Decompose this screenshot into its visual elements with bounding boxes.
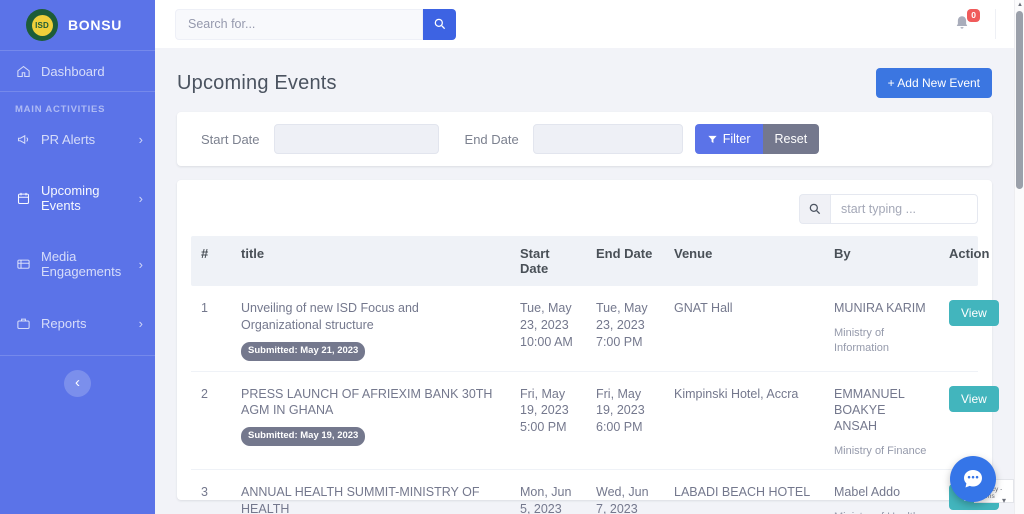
sidebar: ISD BONSU Dashboard MAIN ACTIVITIES PR A… — [0, 0, 155, 514]
by-organization: Ministry of Finance — [834, 444, 931, 459]
header-venue: Venue — [664, 236, 824, 286]
header-title: title — [231, 236, 510, 286]
filter-button-label: Filter — [723, 132, 751, 146]
reset-button[interactable]: Reset — [763, 124, 820, 154]
view-button[interactable]: View — [949, 300, 999, 326]
sidebar-item-dashboard[interactable]: Dashboard — [0, 51, 155, 91]
start-date-cell: Mon, Jun 5, 2023 8:30 AM — [510, 470, 586, 514]
venue-cell: Kimpinski Hotel, Accra — [664, 372, 824, 470]
table-search-input[interactable] — [830, 194, 978, 224]
sidebar-item-label: PR Alerts — [41, 132, 95, 147]
sidebar-item-label: Upcoming Events — [41, 183, 129, 213]
by-name: Mabel Addo — [834, 484, 931, 500]
end-date-cell: Fri, May 19, 2023 6:00 PM — [586, 372, 664, 470]
brand-name: BONSU — [68, 17, 122, 33]
funnel-icon — [707, 134, 718, 145]
event-title: Unveiling of new ISD Focus and Organizat… — [241, 300, 502, 334]
main-content: Upcoming Events + Add New Event Start Da… — [155, 48, 1014, 514]
sidebar-item-pr-alerts[interactable]: PR Alerts › — [0, 119, 155, 159]
by-organization: Ministry of Information — [834, 326, 931, 356]
chevron-right-icon: › — [139, 132, 143, 147]
chevron-right-icon: › — [139, 316, 143, 331]
briefcase-icon — [15, 315, 31, 331]
isd-logo-icon: ISD — [26, 9, 58, 41]
table-row: 3 ANNUAL HEALTH SUMMIT-MINISTRY OF HEALT… — [191, 470, 978, 514]
row-number: 1 — [191, 286, 231, 371]
table-row: 2 PRESS LAUNCH OF AFRIEXIM BANK 30TH AGM… — [191, 372, 978, 471]
sidebar-collapse-button[interactable]: ‹ — [64, 370, 91, 397]
date-filter-bar: Start Date End Date Filter Reset — [177, 112, 992, 166]
sidebar-item-media-engagements[interactable]: Media Engagements › — [0, 237, 155, 291]
sidebar-section-label: MAIN ACTIVITIES — [0, 92, 155, 119]
logo-text: ISD — [32, 15, 53, 36]
megaphone-icon — [15, 131, 31, 147]
by-organization: Ministry of Health — [834, 510, 931, 514]
events-table-card: # title Start Date End Date Venue By Act… — [177, 180, 992, 500]
table-header-row: # title Start Date End Date Venue By Act… — [191, 236, 978, 286]
venue-cell: LABADI BEACH HOTEL — [664, 470, 824, 514]
sidebar-item-label: Dashboard — [41, 64, 105, 79]
end-date-cell: Wed, Jun 7, 2023 3:00 PM — [586, 470, 664, 514]
start-date-cell: Fri, May 19, 2023 5:00 PM — [510, 372, 586, 470]
submitted-badge: Submitted: May 19, 2023 — [241, 427, 365, 446]
home-icon — [15, 63, 31, 79]
start-date-label: Start Date — [201, 132, 260, 147]
view-button[interactable]: View — [949, 386, 999, 412]
header-num: # — [191, 236, 231, 286]
table-row: 1 Unveiling of new ISD Focus and Organiz… — [191, 286, 978, 372]
topbar: 0 — [155, 0, 1014, 48]
row-number: 2 — [191, 372, 231, 470]
media-icon — [15, 256, 31, 272]
chevron-right-icon: › — [139, 257, 143, 272]
table-search-button[interactable] — [799, 194, 830, 224]
by-name: MUNIRA KARIM — [834, 300, 931, 316]
brand[interactable]: ISD BONSU — [0, 0, 155, 50]
search-input[interactable] — [175, 9, 423, 40]
calendar-icon — [15, 190, 31, 206]
header-by: By — [824, 236, 939, 286]
search-icon — [808, 202, 822, 216]
caret-down-icon: ▾ — [1002, 496, 1006, 505]
header-start-date: Start Date — [510, 236, 586, 286]
notification-count-badge: 0 — [967, 9, 980, 22]
divider — [995, 9, 996, 39]
start-date-input[interactable] — [274, 124, 439, 154]
header-action: Action — [939, 236, 997, 286]
venue-cell: GNAT Hall — [664, 286, 824, 371]
scroll-up-arrow[interactable]: ▲ — [1016, 2, 1024, 8]
search-button[interactable] — [423, 9, 456, 40]
header-end-date: End Date — [586, 236, 664, 286]
sidebar-item-label: Reports — [41, 316, 87, 331]
add-new-event-button[interactable]: + Add New Event — [876, 68, 992, 98]
end-date-label: End Date — [465, 132, 519, 147]
divider — [0, 355, 155, 356]
notifications-button[interactable]: 0 — [953, 14, 973, 34]
chevron-right-icon: › — [139, 191, 143, 206]
start-date-cell: Tue, May 23, 2023 10:00 AM — [510, 286, 586, 371]
chat-widget-button[interactable] — [950, 456, 996, 502]
sidebar-item-reports[interactable]: Reports › — [0, 303, 155, 343]
search-icon — [433, 17, 447, 31]
sidebar-item-upcoming-events[interactable]: Upcoming Events › — [0, 171, 155, 225]
page-title: Upcoming Events — [177, 72, 337, 95]
by-name: EMMANUEL BOAKYE ANSAH — [834, 386, 931, 435]
end-date-input[interactable] — [533, 124, 683, 154]
table-body: 1 Unveiling of new ISD Focus and Organiz… — [191, 286, 978, 514]
scrollbar-thumb[interactable] — [1016, 11, 1023, 189]
filter-button[interactable]: Filter — [695, 124, 763, 154]
event-title: ANNUAL HEALTH SUMMIT-MINISTRY OF HEALTH — [241, 484, 502, 514]
vertical-scrollbar[interactable]: ▲ — [1014, 0, 1024, 514]
end-date-cell: Tue, May 23, 2023 7:00 PM — [586, 286, 664, 371]
event-title: PRESS LAUNCH OF AFRIEXIM BANK 30TH AGM I… — [241, 386, 502, 420]
submitted-badge: Submitted: May 21, 2023 — [241, 342, 365, 361]
sidebar-item-label: Media Engagements — [41, 249, 129, 279]
row-number: 3 — [191, 470, 231, 514]
chat-bubble-icon — [961, 467, 985, 491]
